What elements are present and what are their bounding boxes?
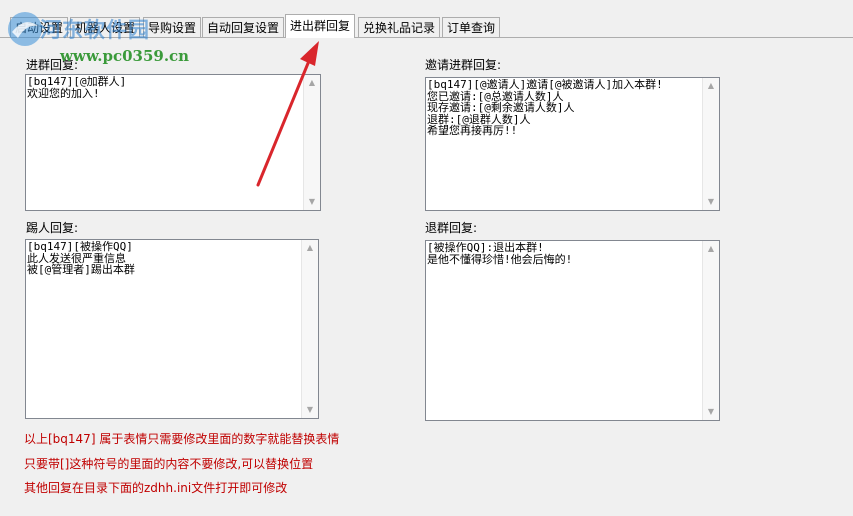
tab-bar: 启动设置 机器人设置 导购设置 自动回复设置 进出群回复 兑换礼品记录 订单查询: [0, 14, 853, 38]
invite-reply-text: [bq147][@邀请人]邀请[@被邀请人]加入本群! 您已邀请:[@总邀请人数…: [427, 79, 663, 137]
note-bracket-hint: 只要带[]这种符号的里面的内容不要修改,可以替换位置: [24, 457, 314, 471]
tab-join-leave-reply[interactable]: 进出群回复: [285, 14, 356, 38]
leave-reply-scrollbar[interactable]: ▲ ▼: [702, 241, 719, 420]
scroll-up-icon[interactable]: ▲: [302, 240, 318, 256]
kick-reply-label: 踢人回复:: [26, 221, 79, 235]
note-emoji-hint: 以上[bq147] 属于表情只需要修改里面的数字就能替换表情: [24, 432, 340, 446]
tab-robot-settings[interactable]: 机器人设置: [70, 17, 141, 37]
invite-reply-textarea[interactable]: [bq147][@邀请人]邀请[@被邀请人]加入本群! 您已邀请:[@总邀请人数…: [425, 77, 720, 211]
kick-reply-text: [bq147][被操作QQ] 此人发送很严重信息 被[@管理者]踢出本群: [27, 241, 135, 276]
tab-shopping-guide-settings[interactable]: 导购设置: [143, 17, 202, 37]
tab-auto-reply-settings[interactable]: 自动回复设置: [202, 17, 285, 37]
leave-reply-text: [被操作QQ]:退出本群! 是他不懂得珍惜!他会后悔的!: [427, 242, 573, 266]
scroll-down-icon[interactable]: ▼: [304, 194, 320, 210]
tab-order-query[interactable]: 订单查询: [442, 17, 501, 37]
scroll-down-icon[interactable]: ▼: [703, 404, 719, 420]
kick-reply-textarea[interactable]: [bq147][被操作QQ] 此人发送很严重信息 被[@管理者]踢出本群 ▲ ▼: [25, 239, 319, 419]
join-reply-label: 进群回复:: [26, 58, 79, 72]
join-reply-text: [bq147][@加群人] 欢迎您的加入!: [27, 76, 127, 100]
tab-startup-settings[interactable]: 启动设置: [10, 17, 69, 37]
invite-reply-scrollbar[interactable]: ▲ ▼: [702, 78, 719, 210]
scroll-down-icon[interactable]: ▼: [302, 402, 318, 418]
kick-reply-scrollbar[interactable]: ▲ ▼: [301, 240, 318, 418]
invite-reply-label: 邀请进群回复:: [425, 58, 502, 72]
note-ini-file-hint: 其他回复在目录下面的zdhh.ini文件打开即可修改: [24, 481, 288, 495]
join-reply-scrollbar[interactable]: ▲ ▼: [303, 75, 320, 210]
scroll-up-icon[interactable]: ▲: [703, 241, 719, 257]
leave-reply-textarea[interactable]: [被操作QQ]:退出本群! 是他不懂得珍惜!他会后悔的! ▲ ▼: [425, 240, 720, 421]
join-reply-textarea[interactable]: [bq147][@加群人] 欢迎您的加入! ▲ ▼: [25, 74, 321, 211]
scroll-up-icon[interactable]: ▲: [703, 78, 719, 94]
leave-reply-label: 退群回复:: [425, 221, 478, 235]
scroll-up-icon[interactable]: ▲: [304, 75, 320, 91]
scroll-down-icon[interactable]: ▼: [703, 194, 719, 210]
tab-gift-exchange-records[interactable]: 兑换礼品记录: [358, 17, 441, 37]
